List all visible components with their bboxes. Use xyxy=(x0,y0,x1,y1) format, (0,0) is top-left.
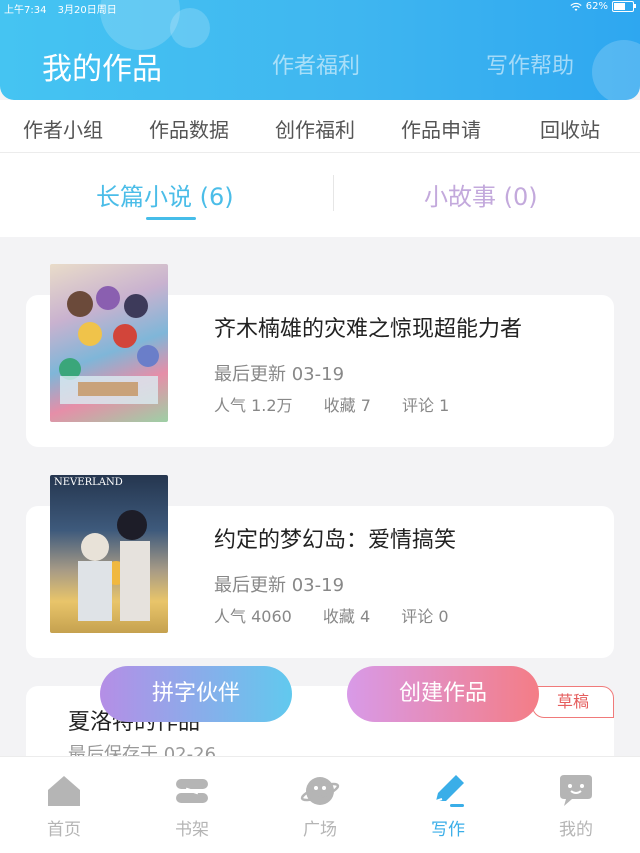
battery-icon xyxy=(612,1,636,12)
book-updated: 最后更新 03-19 xyxy=(214,575,345,596)
subnav-work-data[interactable]: 作品数据 xyxy=(149,114,229,143)
status-right: 62% xyxy=(570,1,636,12)
tab-short-story[interactable]: 小故事 (0) xyxy=(424,177,538,212)
tab-my-works[interactable]: 我的作品 xyxy=(42,44,162,88)
home-icon xyxy=(48,776,80,806)
subnav-work-application[interactable]: 作品申请 xyxy=(401,114,481,143)
stat-popularity: 人气 1.2万 xyxy=(214,396,293,415)
book-title[interactable]: 约定的梦幻岛：爱情搞笑 xyxy=(214,522,456,554)
partner-button[interactable]: 拼字伙伴 xyxy=(100,666,292,722)
draft-badge: 草稿 xyxy=(532,686,614,718)
status-bar: 上午7:34 3月20日周日 62% xyxy=(0,0,640,16)
nav-label: 首页 xyxy=(47,820,81,840)
stat-favorites: 收藏 7 xyxy=(323,396,371,415)
subnav-recycle-bin[interactable]: 回收站 xyxy=(540,114,600,143)
tab-long-novel[interactable]: 长篇小说 (6) xyxy=(96,177,234,212)
divider xyxy=(333,175,334,211)
status-time: 上午7:34 xyxy=(4,5,47,16)
nav-write[interactable]: 写作 xyxy=(408,771,488,840)
nav-home[interactable]: 首页 xyxy=(24,771,104,840)
nav-label: 我的 xyxy=(559,820,593,840)
nav-label: 书架 xyxy=(175,820,209,840)
decor-bubble xyxy=(592,40,640,100)
stat-favorites: 收藏 4 xyxy=(322,607,371,626)
status-date: 3月20日周日 xyxy=(57,5,117,16)
nav-bookshelf[interactable]: 书架 xyxy=(152,771,232,840)
nav-mine[interactable]: 我的 xyxy=(536,771,616,840)
status-left: 上午7:34 3月20日周日 xyxy=(4,1,117,16)
battery-fill xyxy=(614,3,626,10)
pen-icon xyxy=(435,775,464,807)
create-work-button[interactable]: 创建作品 xyxy=(347,666,539,722)
book-title[interactable]: 齐木楠雄的灾难之惊现超能力者 xyxy=(214,311,522,343)
stat-comments: 评论 0 xyxy=(401,607,449,626)
nav-label: 写作 xyxy=(431,820,465,840)
book-cover[interactable]: NEVERLAND xyxy=(50,475,168,633)
planet-icon xyxy=(300,777,340,805)
tab-writing-help[interactable]: 写作帮助 xyxy=(486,48,574,80)
book-stats: 人气 1.2万 收藏 7 评论 1 xyxy=(214,392,475,416)
book-cover[interactable] xyxy=(50,264,168,422)
book-stats: 人气 4060 收藏 4 评论 0 xyxy=(214,603,475,627)
cover-illustration-icon xyxy=(59,286,159,404)
nav-label: 广场 xyxy=(303,820,337,840)
cover-illustration-icon xyxy=(78,510,150,621)
wifi-icon xyxy=(570,2,582,11)
work-type-tabs: 长篇小说 (6) 小故事 (0) xyxy=(0,153,640,237)
chat-face-icon xyxy=(560,775,592,806)
cover-title: NEVERLAND xyxy=(54,477,123,488)
header: 上午7:34 3月20日周日 62% 我的作品 作者福利 写作帮助 xyxy=(0,0,640,100)
stat-comments: 评论 1 xyxy=(402,396,450,415)
tab-author-benefits[interactable]: 作者福利 xyxy=(272,48,360,80)
sub-nav: 作者小组 作品数据 创作福利 作品申请 回收站 xyxy=(0,100,640,153)
nav-square[interactable]: 广场 xyxy=(280,771,360,840)
page: 上午7:34 3月20日周日 62% 我的作品 作者福利 写作帮助 作者小组 作… xyxy=(0,0,640,853)
bookshelf-icon xyxy=(176,779,208,803)
stat-popularity: 人气 4060 xyxy=(214,607,292,626)
subnav-creation-benefits[interactable]: 创作福利 xyxy=(275,114,355,143)
book-updated: 最后更新 03-19 xyxy=(214,364,345,385)
subnav-author-group[interactable]: 作者小组 xyxy=(23,114,103,143)
active-tab-underline xyxy=(146,217,196,220)
bottom-nav: 首页 书架 广场 写作 我的 xyxy=(0,756,640,853)
battery-percent: 62% xyxy=(585,1,608,12)
